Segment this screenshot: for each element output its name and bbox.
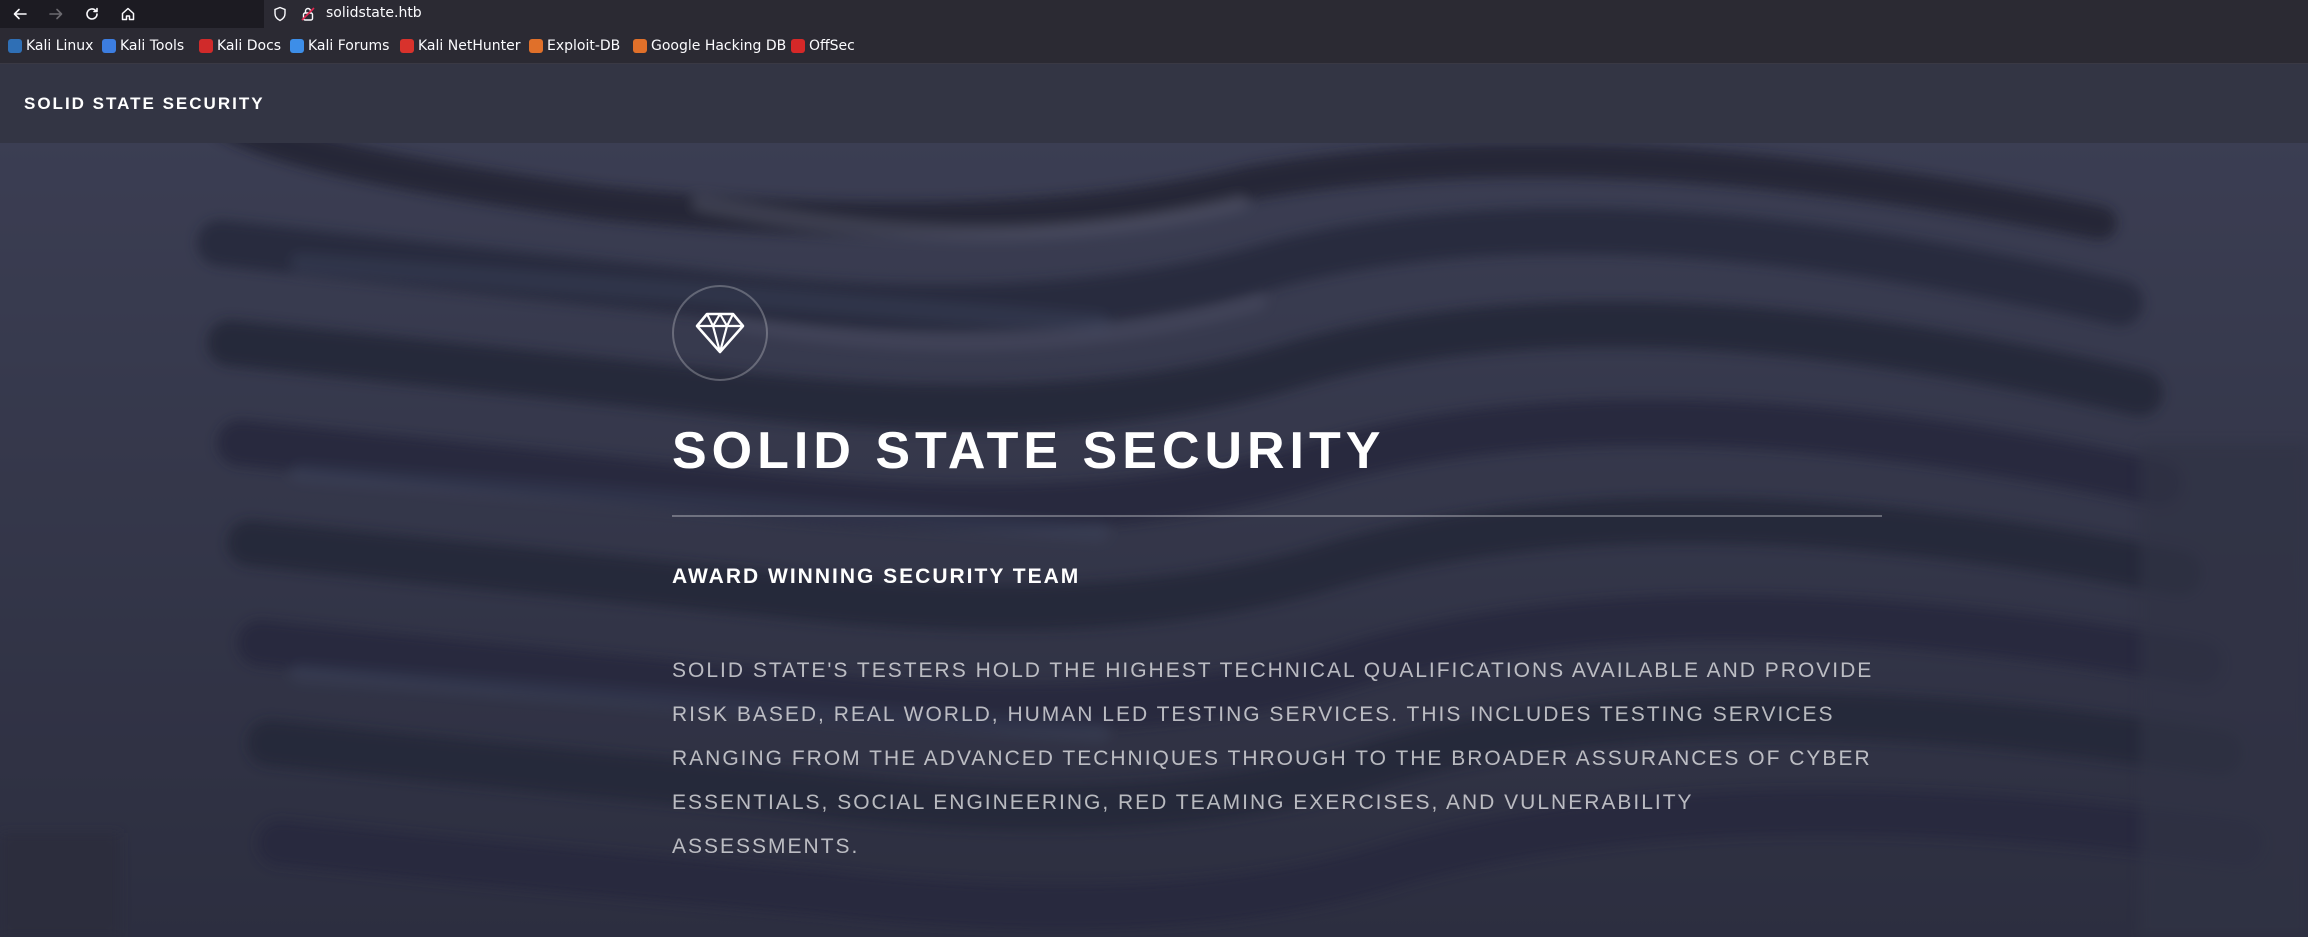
site-logo-link[interactable]: SOLID STATE SECURITY (24, 94, 265, 114)
bookmark-google-hacking-db[interactable]: Google Hacking DB (633, 37, 786, 55)
url-bar[interactable]: solidstate.htb (264, 0, 2308, 28)
bookmark-label: Kali NetHunter (418, 38, 521, 54)
bookmark-kali-nethunter[interactable]: Kali NetHunter (400, 37, 520, 55)
home-icon (121, 7, 135, 21)
bookmarks-toolbar: Kali Linux Kali Tools Kali Docs Kali For… (0, 28, 2308, 64)
divider (672, 515, 1882, 517)
bookmark-label: Exploit-DB (547, 38, 621, 54)
shield-icon[interactable] (272, 6, 288, 22)
bookmark-kali-forums[interactable]: Kali Forums (290, 37, 389, 55)
bookmark-kali-linux[interactable]: Kali Linux (8, 37, 93, 55)
bookmark-offsec[interactable]: OffSec (791, 37, 855, 55)
home-button[interactable] (116, 2, 140, 26)
url-text[interactable]: solidstate.htb (326, 5, 422, 21)
bookmark-kali-tools[interactable]: Kali Tools (102, 37, 184, 55)
google-hacking-db-icon (633, 39, 647, 53)
bookmark-label: OffSec (809, 38, 855, 54)
forward-button[interactable] (44, 2, 68, 26)
web-page: SOLID STATE SECURITY SOLID STATE SECURIT… (0, 64, 2308, 937)
insecure-lock-icon[interactable] (300, 6, 316, 22)
diamond-badge (672, 285, 768, 381)
offsec-icon (791, 39, 805, 53)
browser-toolbar: solidstate.htb (0, 0, 2308, 28)
arrow-left-icon (13, 8, 27, 20)
bookmark-label: Google Hacking DB (651, 38, 787, 54)
diamond-icon (695, 312, 745, 354)
reload-button[interactable] (80, 2, 104, 26)
banner: SOLID STATE SECURITY AWARD WINNING SECUR… (0, 143, 2308, 937)
reload-icon (86, 7, 98, 20)
site-header: SOLID STATE SECURITY (0, 64, 2308, 143)
back-button[interactable] (8, 2, 32, 26)
banner-content: SOLID STATE SECURITY AWARD WINNING SECUR… (672, 143, 1882, 937)
bookmark-exploit-db[interactable]: Exploit-DB (529, 37, 620, 55)
exploit-db-icon (529, 39, 543, 53)
page-title: SOLID STATE SECURITY (672, 422, 1386, 480)
arrow-right-icon (49, 8, 63, 20)
bookmark-label: Kali Tools (120, 38, 185, 54)
banner-description: SOLID STATE'S TESTERS HOLD THE HIGHEST T… (672, 659, 1874, 858)
kali-nethunter-icon (400, 39, 414, 53)
kali-forums-icon (290, 39, 304, 53)
bookmark-label: Kali Linux (26, 38, 94, 54)
bookmark-label: Kali Docs (217, 38, 282, 54)
kali-tools-icon (102, 39, 116, 53)
bookmark-label: Kali Forums (308, 38, 390, 54)
kali-docs-icon (199, 39, 213, 53)
kali-dragon-icon (8, 39, 22, 53)
bookmark-kali-docs[interactable]: Kali Docs (199, 37, 281, 55)
banner-subtitle: AWARD WINNING SECURITY TEAM (672, 565, 1081, 588)
